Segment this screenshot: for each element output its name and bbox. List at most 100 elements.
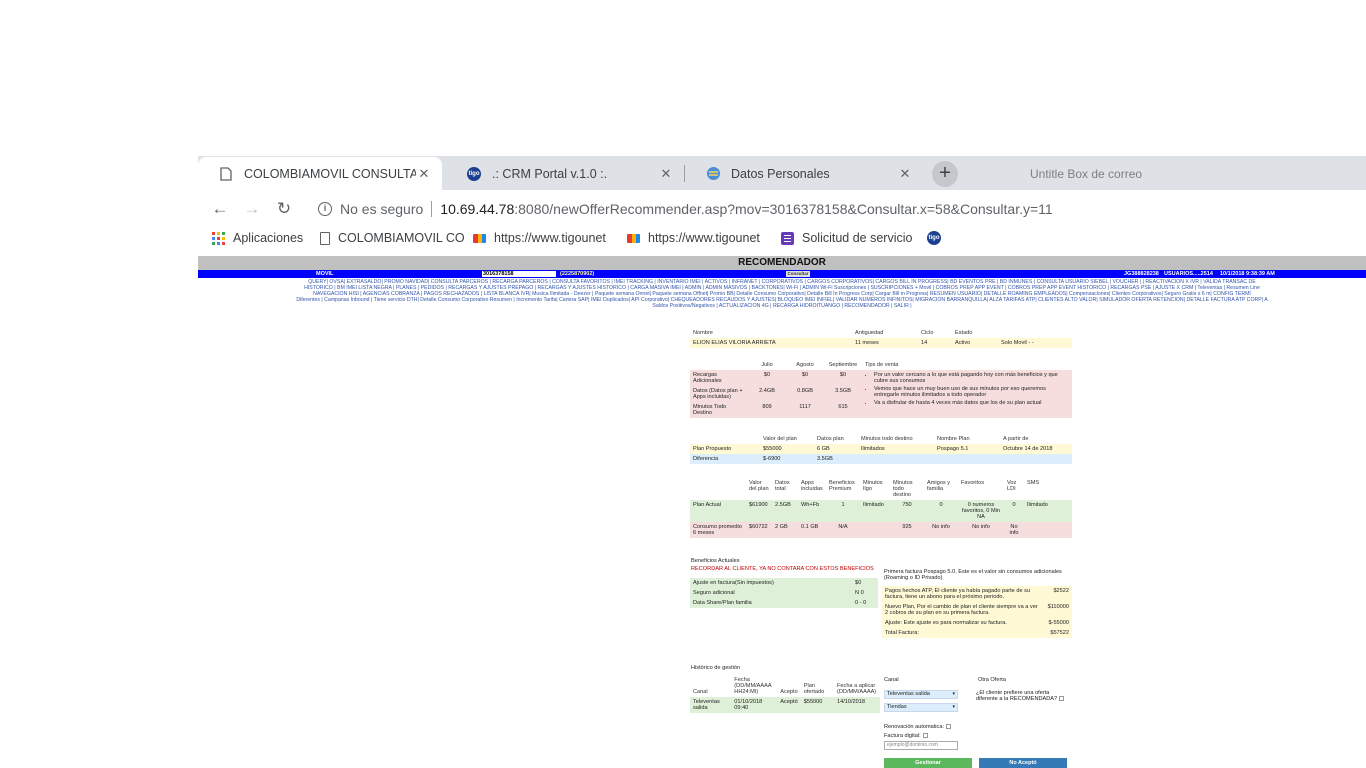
gestionar-button[interactable]: Gestionar bbox=[884, 758, 972, 768]
history-panel: Histórico de gestión Canal Fecha (DD/MM/… bbox=[690, 664, 880, 713]
customer-name: ELION ELIAS VILORIA ARRIETA bbox=[693, 340, 776, 346]
usage-value: 2.4GB bbox=[759, 388, 775, 394]
reload-icon[interactable]: ↻ bbox=[272, 198, 296, 220]
invoice-note: Primera factura Pospago 5.0. Este es el … bbox=[884, 569, 1062, 581]
benefit-value: $0 bbox=[855, 580, 862, 586]
account-number: (2225870902) bbox=[560, 271, 595, 277]
comparison-header: Beneficios Premium bbox=[829, 480, 855, 492]
month-header: Julio bbox=[761, 362, 773, 368]
close-icon[interactable]: ✕ bbox=[897, 166, 913, 182]
comparison-header: Voz LDI bbox=[1007, 480, 1017, 492]
page-title: RECOMENDADOR bbox=[198, 256, 1366, 270]
proposal-cell bbox=[858, 454, 934, 464]
page-icon bbox=[218, 166, 234, 182]
bookmark-solicitud[interactable]: Solicitud de servicio bbox=[781, 231, 912, 245]
benefit-row: Ajuste en factura(Sin impuestos) $0 bbox=[690, 578, 878, 588]
comparison-cell: $60722 bbox=[749, 524, 768, 530]
bookmark-tigoune-1[interactable]: https://www.tigounet bbox=[473, 231, 606, 245]
bookmark-label: https://www.tigounet bbox=[648, 231, 760, 245]
close-icon[interactable]: ✕ bbox=[658, 166, 674, 182]
screen: COLOMBIAMOVIL CONSULTA IN ✕ tigo .: CRM … bbox=[0, 0, 1366, 768]
proposal-row: Plan Propuesto $55000 6 GB Ilimitados Po… bbox=[690, 444, 1072, 454]
comparison-cell: 2.5GB bbox=[775, 502, 791, 508]
col-valor-plan: Valor del plan bbox=[763, 436, 797, 442]
tab-colombiamovil[interactable]: COLOMBIAMOVIL CONSULTA IN ✕ bbox=[198, 157, 442, 190]
address-bar[interactable]: i No es seguro 10.69.44.78:8080/newOffer… bbox=[306, 195, 1366, 223]
bookmark-tigo[interactable]: tigo bbox=[927, 231, 949, 245]
comparison-header: Minutos todo destino bbox=[893, 480, 913, 498]
usage-row: Recargas Adicionales $0 $0 $0 Por un val… bbox=[690, 370, 1072, 406]
col-antiguedad: Antiguedad bbox=[855, 330, 884, 336]
menu-line[interactable]: Saldos Positivos/Negativos | ACTUALIZACI… bbox=[198, 303, 1366, 309]
col-estado: Estado bbox=[955, 330, 973, 336]
email-field[interactable]: ejemplo@dominio.com bbox=[884, 741, 958, 750]
invoice-value: $2522 bbox=[1053, 588, 1069, 594]
usage-label: Datos (Datos plan + Apps incluidas) bbox=[693, 388, 743, 400]
factura-row: Factura digital: bbox=[884, 733, 928, 739]
history-cell: 01/10/2018 09:40 bbox=[734, 699, 763, 711]
usage-value: 3.5GB bbox=[835, 388, 851, 394]
no-acepto-button[interactable]: No Aceptó bbox=[979, 758, 1067, 768]
invoice-row: Pagos hechos ATP, El cliente ya había pa… bbox=[882, 586, 1072, 602]
comparison-cell: 750 bbox=[902, 502, 912, 508]
tigo-icon: tigo bbox=[927, 231, 941, 245]
usage-value: 1117 bbox=[799, 404, 811, 410]
proposal-cell: Pospago 5.1 bbox=[937, 446, 969, 452]
benefit-value: 0 - 0 bbox=[855, 600, 867, 606]
history-header: Plan ofertado bbox=[803, 683, 825, 695]
comparison-cell: $61900 bbox=[749, 502, 768, 508]
renovacion-label: Renovación automatica: bbox=[884, 724, 945, 730]
invoice-value: $-55000 bbox=[1048, 620, 1069, 626]
otra-oferta-checkbox[interactable] bbox=[1059, 696, 1065, 702]
phone-input[interactable]: 3016378158 bbox=[482, 271, 556, 277]
proposal-cell: Octubre 14 de 2018 bbox=[1003, 446, 1053, 452]
proposal-cell bbox=[934, 454, 1000, 464]
month-header: Agosto bbox=[796, 362, 814, 368]
usage-value: 809 bbox=[762, 404, 772, 410]
users-count: USUARIOS.....2514 bbox=[1164, 271, 1213, 277]
otra-oferta-label: Otra Oferta bbox=[978, 677, 1006, 683]
tab-crm-portal[interactable]: tigo .: CRM Portal v.1.0 :. ✕ bbox=[446, 157, 684, 190]
sales-tip: Por un valor cercano a lo que está pagan… bbox=[874, 372, 1069, 384]
comparison-header: Amigos y familia bbox=[927, 480, 951, 492]
comparison-header: Datos total bbox=[775, 480, 790, 492]
forward-icon[interactable]: → bbox=[240, 198, 264, 220]
benefit-label: Data Share/Plan familia bbox=[693, 600, 752, 606]
comparison-cell: 2 GB bbox=[775, 524, 788, 530]
close-icon[interactable]: ✕ bbox=[416, 166, 432, 182]
proposal-cell: $-6900 bbox=[763, 456, 781, 462]
renovacion-checkbox[interactable] bbox=[946, 724, 952, 730]
col-nombre: Nombre bbox=[693, 330, 713, 336]
bookmark-tigoune-2[interactable]: https://www.tigounet bbox=[627, 231, 760, 245]
comparison-header: SMS bbox=[1027, 480, 1040, 486]
invoice-panel: Primera factura Pospago 5.0. Este es el … bbox=[882, 568, 1072, 638]
history-cell: 14/10/2018 bbox=[837, 699, 865, 705]
tab-datos-personales[interactable]: Datos Personales ✕ bbox=[685, 157, 923, 190]
info-icon[interactable]: i bbox=[318, 202, 332, 216]
consultar-button[interactable]: Consultar bbox=[786, 271, 810, 277]
usage-label: Recargas Adicionales bbox=[693, 372, 722, 384]
bookmark-apps[interactable]: Aplicaciones bbox=[212, 231, 303, 245]
benefits-title: Beneficios Actuales bbox=[691, 558, 740, 564]
comparison-cell: No info bbox=[1009, 524, 1019, 536]
apps-icon bbox=[212, 231, 225, 245]
proposal-cell: 3.5GB bbox=[817, 456, 833, 462]
benefit-row: Data Share/Plan familia 0 - 0 bbox=[690, 598, 878, 608]
bookmark-colombiamovil[interactable]: COLOMBIAMOVIL CO bbox=[320, 231, 465, 245]
canal-select[interactable]: Televentas salida bbox=[884, 690, 958, 699]
history-header: Fecha a aplicar (DD/MM/AAAA) bbox=[837, 683, 877, 695]
factura-checkbox[interactable] bbox=[922, 733, 928, 739]
browser-window: COLOMBIAMOVIL CONSULTA IN ✕ tigo .: CRM … bbox=[198, 156, 1366, 768]
main-menu[interactable]: QUERY| OVSA| EXTRASALDO| PROMO NAVIDAD| … bbox=[198, 279, 1366, 309]
month-header: Septiembre bbox=[828, 362, 858, 368]
security-label: No es seguro bbox=[340, 201, 424, 217]
canal-select-alt[interactable]: Tiendas bbox=[884, 703, 958, 712]
new-tab-button[interactable]: + bbox=[932, 161, 958, 187]
usage-panel: Julio Agosto Septiembre Tips de venta Re… bbox=[690, 360, 1072, 418]
invoice-label: Nuevo Plan, Por el cambio de plan el cli… bbox=[885, 604, 1038, 616]
bookmark-label: https://www.tigounet bbox=[494, 231, 606, 245]
back-icon[interactable]: ← bbox=[208, 198, 232, 220]
tigo-une-icon bbox=[627, 233, 640, 243]
comparison-cell: 0 bbox=[1012, 502, 1016, 508]
bookmark-label: COLOMBIAMOVIL CO bbox=[338, 231, 465, 245]
